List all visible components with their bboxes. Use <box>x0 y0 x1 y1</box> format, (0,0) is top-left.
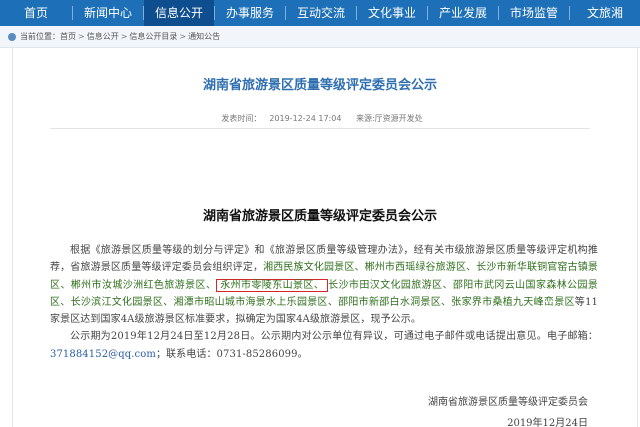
publish-date: 2019-12-24 17:04 <box>269 114 342 123</box>
document-title: 湖南省旅游景区质量等级评定委员会公示 <box>202 209 437 224</box>
boxed-scenic-area: 永州市零陵东山景区、 <box>216 278 329 292</box>
paragraph-contact: 公示期为2019年12月24日至12月28日。公示期内对公示单位有异议，可通过电… <box>50 331 598 360</box>
breadcrumb-separator: > <box>78 32 85 41</box>
breadcrumb-item-info-public[interactable]: 信息公开 <box>87 31 119 42</box>
divider <box>50 128 590 129</box>
breadcrumb-item-home[interactable]: 首页 <box>60 31 76 42</box>
page-title: 湖南省旅游景区质量等级评定委员会公示 <box>202 78 437 93</box>
breadcrumb-separator: > <box>179 32 187 41</box>
paragraph-announcement: 根据《旅游景区质量等级的划分与评定》和《旅游景区质量等级管理办法》，经有关市级旅… <box>50 245 599 326</box>
nav-item-industry[interactable]: 产业发展 <box>428 0 498 26</box>
breadcrumb-prefix: 当前位置： <box>20 32 60 41</box>
article-origin: 来源:厅资源开发处 <box>355 114 423 123</box>
nav-item-news[interactable]: 新闻中心 <box>73 0 143 26</box>
signature-org: 湖南省旅游景区质量等级评定委员会 <box>428 397 588 408</box>
nav-item-tourism[interactable]: 文旅湘 <box>570 0 640 26</box>
nav-item-home[interactable]: 首页 <box>0 0 72 26</box>
breadcrumb-item-notices[interactable]: 通知公告 <box>188 31 220 42</box>
email-link[interactable]: 371884152@qq.com <box>50 349 156 360</box>
article-frame <box>12 48 638 427</box>
breadcrumb: 当前位置： 首页 > 信息公开 > 信息公开目录 > 通知公告 <box>0 26 640 48</box>
signature-date: 2019年12月24日 <box>507 418 588 427</box>
nav-item-interaction[interactable]: 互动交流 <box>286 0 356 26</box>
breadcrumb-separator: > <box>120 32 128 41</box>
nav-item-market[interactable]: 市场监管 <box>499 0 569 26</box>
top-nav: 首页 新闻中心 信息公开 办事服务 互动交流 文化事业 产业发展 市场监管 文旅… <box>0 0 640 26</box>
nav-item-culture[interactable]: 文化事业 <box>357 0 427 26</box>
nav-item-services[interactable]: 办事服务 <box>215 0 285 26</box>
breadcrumb-item-info-catalog[interactable]: 信息公开目录 <box>129 31 177 42</box>
article-body: 根据《旅游景区质量等级的划分与评定》和《旅游景区质量等级管理办法》，经有关市级旅… <box>50 242 598 363</box>
article-meta: 发表时间： 2019-12-24 17:04 来源:厅资源开发处 <box>0 113 640 124</box>
publish-label: 发表时间： <box>221 114 262 123</box>
location-icon <box>8 32 16 41</box>
nav-item-info-public[interactable]: 信息公开 <box>144 0 214 26</box>
